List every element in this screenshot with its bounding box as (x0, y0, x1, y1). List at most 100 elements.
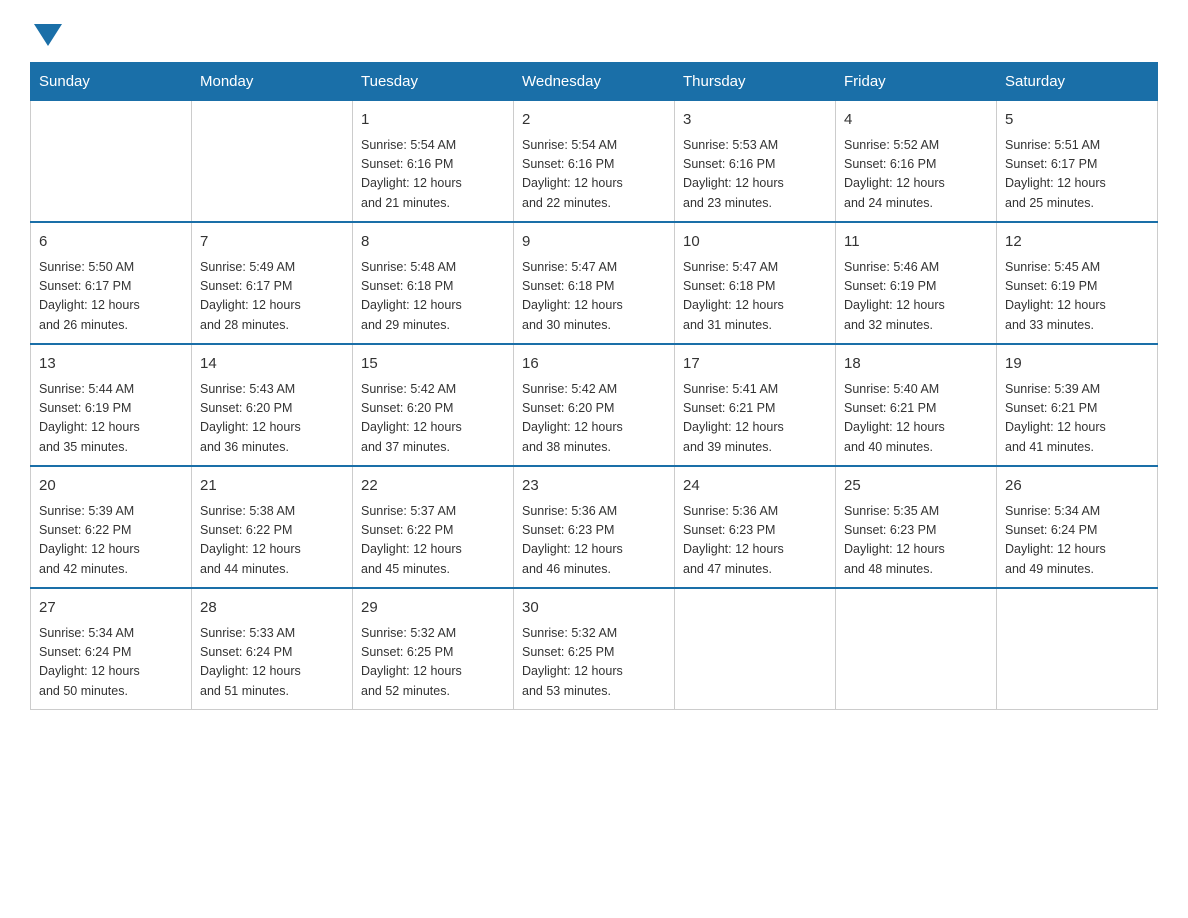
day-info: Sunrise: 5:40 AM Sunset: 6:21 PM Dayligh… (844, 380, 988, 458)
day-info: Sunrise: 5:32 AM Sunset: 6:25 PM Dayligh… (522, 624, 666, 702)
day-number: 14 (200, 353, 344, 376)
day-info: Sunrise: 5:45 AM Sunset: 6:19 PM Dayligh… (1005, 258, 1149, 336)
day-info: Sunrise: 5:54 AM Sunset: 6:16 PM Dayligh… (361, 136, 505, 214)
calendar-cell: 27 Sunrise: 5:34 AM Sunset: 6:24 PM Dayli… (31, 588, 192, 710)
logo-triangle-icon (34, 24, 62, 46)
calendar-cell (836, 588, 997, 710)
day-number: 27 (39, 597, 183, 620)
day-info: Sunrise: 5:50 AM Sunset: 6:17 PM Dayligh… (39, 258, 183, 336)
day-info: Sunrise: 5:49 AM Sunset: 6:17 PM Dayligh… (200, 258, 344, 336)
day-number: 23 (522, 475, 666, 498)
calendar-cell (997, 588, 1158, 710)
day-info: Sunrise: 5:42 AM Sunset: 6:20 PM Dayligh… (522, 380, 666, 458)
calendar-cell (192, 101, 353, 223)
day-number: 2 (522, 109, 666, 132)
calendar-day-header: Wednesday (514, 63, 675, 101)
day-info: Sunrise: 5:36 AM Sunset: 6:23 PM Dayligh… (522, 502, 666, 580)
day-number: 25 (844, 475, 988, 498)
day-info: Sunrise: 5:41 AM Sunset: 6:21 PM Dayligh… (683, 380, 827, 458)
day-info: Sunrise: 5:47 AM Sunset: 6:18 PM Dayligh… (522, 258, 666, 336)
day-number: 7 (200, 231, 344, 254)
calendar-cell: 8 Sunrise: 5:48 AM Sunset: 6:18 PM Daylig… (353, 222, 514, 344)
day-info: Sunrise: 5:47 AM Sunset: 6:18 PM Dayligh… (683, 258, 827, 336)
calendar-cell (675, 588, 836, 710)
day-info: Sunrise: 5:39 AM Sunset: 6:22 PM Dayligh… (39, 502, 183, 580)
calendar-cell: 30 Sunrise: 5:32 AM Sunset: 6:25 PM Dayli… (514, 588, 675, 710)
calendar-cell: 20 Sunrise: 5:39 AM Sunset: 6:22 PM Dayli… (31, 466, 192, 588)
calendar-cell: 1 Sunrise: 5:54 AM Sunset: 6:16 PM Daylig… (353, 101, 514, 223)
day-info: Sunrise: 5:48 AM Sunset: 6:18 PM Dayligh… (361, 258, 505, 336)
calendar-cell: 6 Sunrise: 5:50 AM Sunset: 6:17 PM Daylig… (31, 222, 192, 344)
day-number: 15 (361, 353, 505, 376)
day-info: Sunrise: 5:34 AM Sunset: 6:24 PM Dayligh… (1005, 502, 1149, 580)
calendar-table: SundayMondayTuesdayWednesdayThursdayFrid… (30, 62, 1158, 710)
calendar-header-row: SundayMondayTuesdayWednesdayThursdayFrid… (31, 63, 1158, 101)
day-info: Sunrise: 5:53 AM Sunset: 6:16 PM Dayligh… (683, 136, 827, 214)
calendar-cell: 29 Sunrise: 5:32 AM Sunset: 6:25 PM Dayli… (353, 588, 514, 710)
calendar-week-row: 13 Sunrise: 5:44 AM Sunset: 6:19 PM Dayli… (31, 344, 1158, 466)
calendar-day-header: Thursday (675, 63, 836, 101)
day-number: 4 (844, 109, 988, 132)
day-info: Sunrise: 5:36 AM Sunset: 6:23 PM Dayligh… (683, 502, 827, 580)
day-info: Sunrise: 5:34 AM Sunset: 6:24 PM Dayligh… (39, 624, 183, 702)
calendar-cell: 24 Sunrise: 5:36 AM Sunset: 6:23 PM Dayli… (675, 466, 836, 588)
day-number: 16 (522, 353, 666, 376)
calendar-cell: 3 Sunrise: 5:53 AM Sunset: 6:16 PM Daylig… (675, 101, 836, 223)
day-info: Sunrise: 5:33 AM Sunset: 6:24 PM Dayligh… (200, 624, 344, 702)
calendar-day-header: Monday (192, 63, 353, 101)
calendar-cell: 4Sunrise: 5:52 AM Sunset: 6:16 PM Daylig… (836, 101, 997, 223)
calendar-day-header: Friday (836, 63, 997, 101)
day-number: 21 (200, 475, 344, 498)
day-number: 1 (361, 109, 505, 132)
day-info: Sunrise: 5:43 AM Sunset: 6:20 PM Dayligh… (200, 380, 344, 458)
calendar-cell: 2Sunrise: 5:54 AM Sunset: 6:16 PM Daylig… (514, 101, 675, 223)
logo (30, 20, 62, 42)
calendar-cell: 9 Sunrise: 5:47 AM Sunset: 6:18 PM Daylig… (514, 222, 675, 344)
calendar-cell: 26 Sunrise: 5:34 AM Sunset: 6:24 PM Dayli… (997, 466, 1158, 588)
day-info: Sunrise: 5:46 AM Sunset: 6:19 PM Dayligh… (844, 258, 988, 336)
day-number: 10 (683, 231, 827, 254)
page-header (30, 20, 1158, 42)
calendar-cell: 19Sunrise: 5:39 AM Sunset: 6:21 PM Dayli… (997, 344, 1158, 466)
calendar-cell: 16 Sunrise: 5:42 AM Sunset: 6:20 PM Dayli… (514, 344, 675, 466)
day-info: Sunrise: 5:32 AM Sunset: 6:25 PM Dayligh… (361, 624, 505, 702)
day-number: 3 (683, 109, 827, 132)
calendar-day-header: Sunday (31, 63, 192, 101)
calendar-week-row: 1 Sunrise: 5:54 AM Sunset: 6:16 PM Daylig… (31, 101, 1158, 223)
day-info: Sunrise: 5:44 AM Sunset: 6:19 PM Dayligh… (39, 380, 183, 458)
calendar-cell: 13 Sunrise: 5:44 AM Sunset: 6:19 PM Dayli… (31, 344, 192, 466)
calendar-cell: 28Sunrise: 5:33 AM Sunset: 6:24 PM Dayli… (192, 588, 353, 710)
day-number: 19 (1005, 353, 1149, 376)
day-info: Sunrise: 5:38 AM Sunset: 6:22 PM Dayligh… (200, 502, 344, 580)
day-info: Sunrise: 5:51 AM Sunset: 6:17 PM Dayligh… (1005, 136, 1149, 214)
day-number: 22 (361, 475, 505, 498)
day-number: 24 (683, 475, 827, 498)
calendar-cell: 17 Sunrise: 5:41 AM Sunset: 6:21 PM Dayli… (675, 344, 836, 466)
calendar-cell: 5Sunrise: 5:51 AM Sunset: 6:17 PM Daylig… (997, 101, 1158, 223)
day-info: Sunrise: 5:35 AM Sunset: 6:23 PM Dayligh… (844, 502, 988, 580)
calendar-cell: 25 Sunrise: 5:35 AM Sunset: 6:23 PM Dayli… (836, 466, 997, 588)
day-number: 8 (361, 231, 505, 254)
day-number: 30 (522, 597, 666, 620)
day-number: 29 (361, 597, 505, 620)
calendar-cell: 18 Sunrise: 5:40 AM Sunset: 6:21 PM Dayli… (836, 344, 997, 466)
day-number: 26 (1005, 475, 1149, 498)
day-info: Sunrise: 5:37 AM Sunset: 6:22 PM Dayligh… (361, 502, 505, 580)
day-number: 6 (39, 231, 183, 254)
calendar-cell: 22 Sunrise: 5:37 AM Sunset: 6:22 PM Dayli… (353, 466, 514, 588)
day-number: 17 (683, 353, 827, 376)
calendar-week-row: 6 Sunrise: 5:50 AM Sunset: 6:17 PM Daylig… (31, 222, 1158, 344)
calendar-cell: 23 Sunrise: 5:36 AM Sunset: 6:23 PM Dayli… (514, 466, 675, 588)
calendar-cell: 11 Sunrise: 5:46 AM Sunset: 6:19 PM Dayli… (836, 222, 997, 344)
calendar-cell: 7 Sunrise: 5:49 AM Sunset: 6:17 PM Daylig… (192, 222, 353, 344)
day-number: 13 (39, 353, 183, 376)
day-number: 18 (844, 353, 988, 376)
day-number: 9 (522, 231, 666, 254)
day-number: 12 (1005, 231, 1149, 254)
calendar-cell: 10 Sunrise: 5:47 AM Sunset: 6:18 PM Dayli… (675, 222, 836, 344)
calendar-cell: 14 Sunrise: 5:43 AM Sunset: 6:20 PM Dayli… (192, 344, 353, 466)
calendar-week-row: 20 Sunrise: 5:39 AM Sunset: 6:22 PM Dayli… (31, 466, 1158, 588)
day-number: 20 (39, 475, 183, 498)
day-number: 11 (844, 231, 988, 254)
calendar-cell: 12 Sunrise: 5:45 AM Sunset: 6:19 PM Dayli… (997, 222, 1158, 344)
